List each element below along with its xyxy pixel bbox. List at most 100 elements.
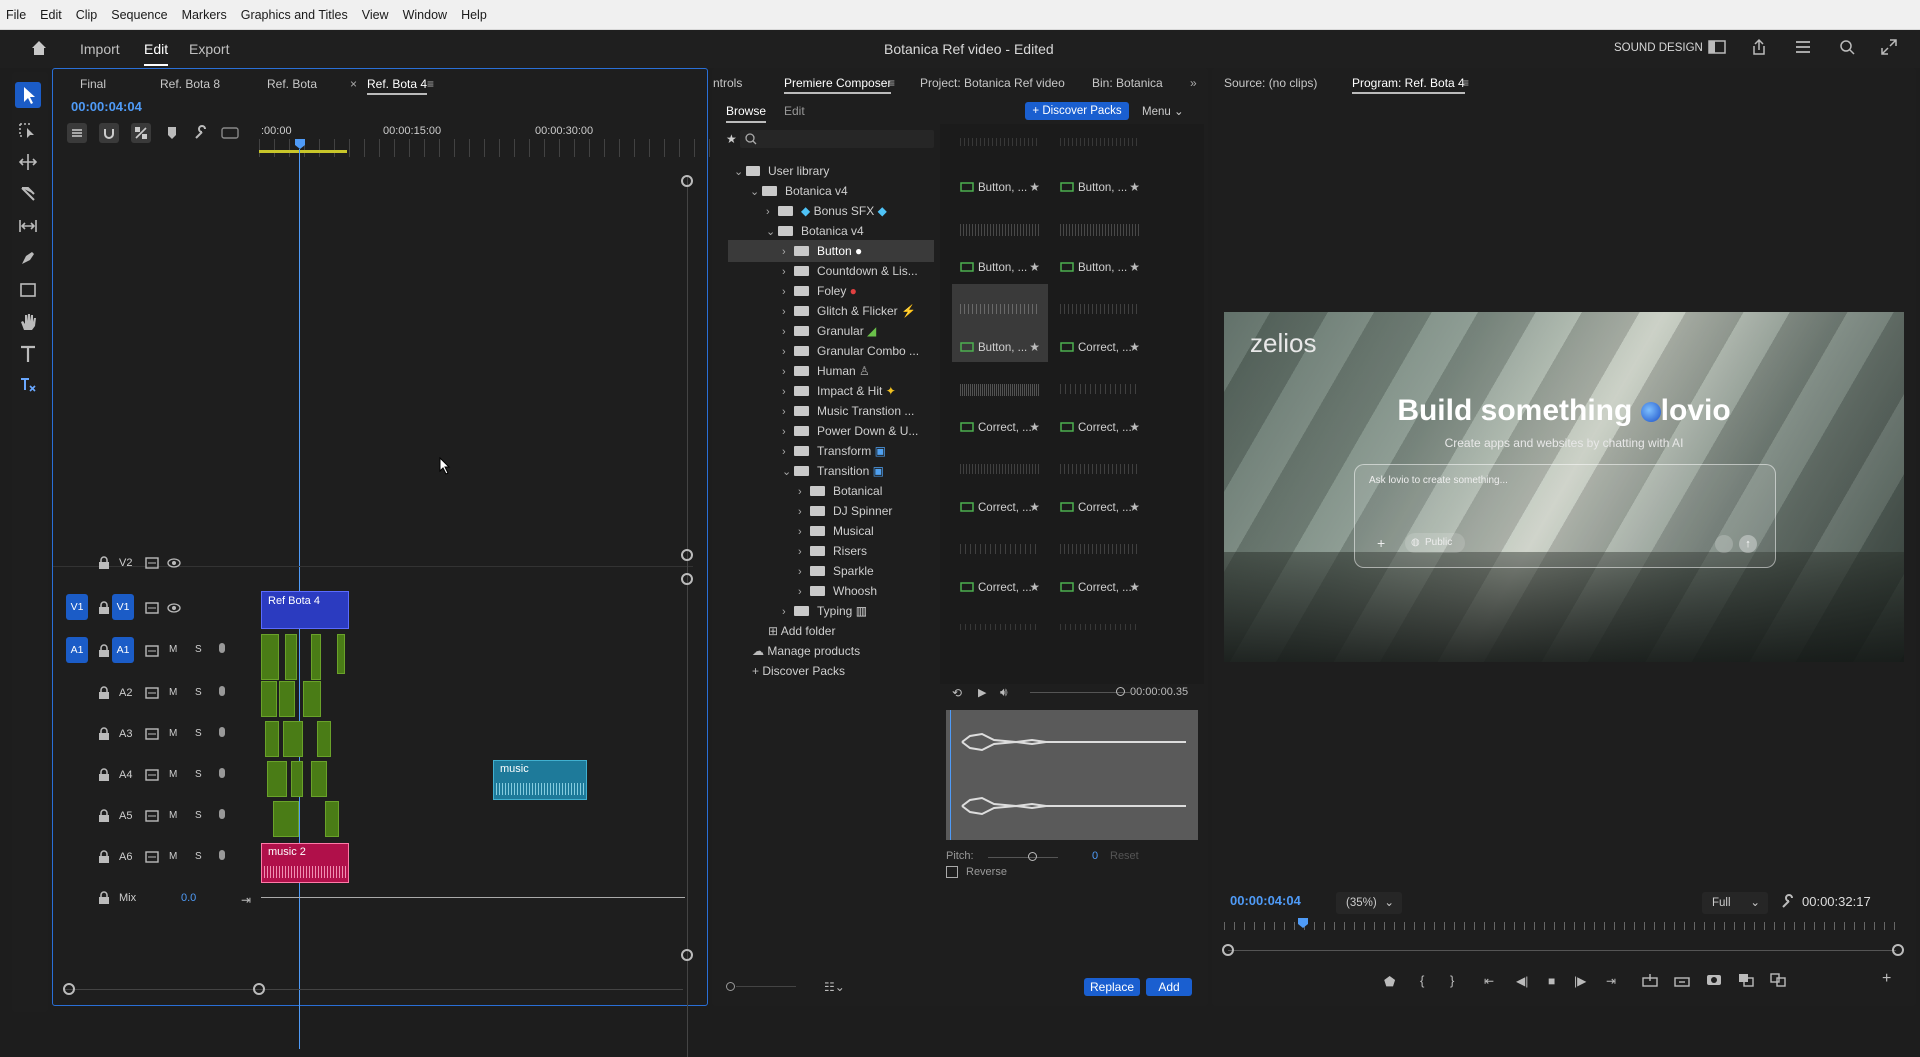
scroll-handle[interactable] bbox=[253, 983, 265, 995]
mute-button[interactable]: M bbox=[169, 644, 177, 655]
menu-view[interactable]: View bbox=[362, 8, 389, 22]
quality-dropdown[interactable]: Full ⌄ bbox=[1702, 892, 1768, 914]
panel-layout-icon[interactable] bbox=[1708, 39, 1726, 58]
solo-button[interactable]: S bbox=[195, 810, 202, 821]
quick-export-icon[interactable] bbox=[1794, 39, 1812, 58]
track-name-a6[interactable]: A6 bbox=[119, 851, 132, 863]
wrench-icon[interactable] bbox=[1780, 894, 1796, 913]
tree-granular[interactable]: › Granular ◢ bbox=[782, 320, 876, 342]
menu-help[interactable]: Help bbox=[461, 8, 487, 22]
fullscreen-icon[interactable] bbox=[1880, 38, 1898, 59]
track-name-a2[interactable]: A2 bbox=[119, 687, 132, 699]
audio-clip[interactable] bbox=[267, 761, 287, 797]
tree-countdown[interactable]: › Countdown & Lis... bbox=[782, 260, 918, 282]
sfx-preset-card[interactable]: Button, ... ★ bbox=[1052, 204, 1148, 282]
mark-in-icon[interactable]: { bbox=[1420, 973, 1424, 988]
captions-icon[interactable] bbox=[221, 125, 239, 144]
menu-window[interactable]: Window bbox=[403, 8, 447, 22]
tree-glitch-flicker[interactable]: › Glitch & Flicker ⚡ bbox=[782, 300, 916, 322]
lock-icon[interactable] bbox=[98, 686, 110, 702]
sfx-preset-card[interactable]: Button, ... ★ bbox=[1052, 124, 1148, 202]
volume-icon[interactable]: 🔊︎ bbox=[1000, 685, 1008, 700]
zoom-slider-handle[interactable] bbox=[726, 982, 735, 991]
lift-icon[interactable] bbox=[1642, 973, 1658, 990]
rectangle-tool-icon[interactable] bbox=[18, 280, 38, 303]
search-icon[interactable] bbox=[1838, 38, 1856, 59]
sync-lock-icon[interactable] bbox=[145, 769, 159, 784]
track-select-tool-icon[interactable] bbox=[18, 120, 38, 143]
mic-icon[interactable] bbox=[217, 685, 227, 704]
tree-user-library[interactable]: ⌄ User library bbox=[734, 160, 829, 182]
audio-clip[interactable] bbox=[311, 761, 327, 797]
mute-button[interactable]: M bbox=[169, 851, 177, 862]
share-icon[interactable] bbox=[1750, 38, 1768, 59]
menu-edit[interactable]: Edit bbox=[40, 8, 62, 22]
add-button-icon[interactable]: + bbox=[1882, 970, 1891, 988]
tree-botanica-v4-sub[interactable]: ⌄ Botanica v4 bbox=[766, 220, 864, 242]
sfx-preset-card[interactable]: Correct, ... ★ bbox=[1052, 284, 1148, 362]
sync-lock-icon[interactable] bbox=[145, 557, 159, 572]
program-ruler[interactable] bbox=[1224, 922, 1900, 930]
menu-file[interactable]: File bbox=[6, 8, 26, 22]
clip-ref-bota-4[interactable]: Ref Bota 4 bbox=[261, 591, 349, 629]
lock-icon[interactable] bbox=[98, 809, 110, 825]
eye-icon[interactable] bbox=[167, 602, 181, 617]
scroll-handle[interactable] bbox=[681, 573, 693, 585]
tab-export[interactable]: Export bbox=[189, 41, 229, 57]
audio-clip[interactable] bbox=[291, 761, 303, 797]
linked-selection-icon[interactable] bbox=[131, 123, 151, 143]
extract-icon[interactable] bbox=[1674, 973, 1690, 990]
track-name-v2[interactable]: V2 bbox=[119, 557, 132, 569]
program-zoom-bar[interactable] bbox=[1228, 950, 1896, 951]
snap-icon[interactable] bbox=[99, 123, 119, 143]
video-frame[interactable]: zelios Build something lovio Create apps… bbox=[1224, 312, 1904, 662]
tab-menu-icon[interactable]: ≡ bbox=[888, 68, 895, 98]
pitch-value[interactable]: 0 bbox=[1092, 850, 1098, 862]
tree-button[interactable]: › Button ● bbox=[782, 240, 862, 262]
sync-lock-icon[interactable] bbox=[145, 687, 159, 702]
tree-dj-spinner[interactable]: › DJ Spinner bbox=[798, 500, 892, 522]
sync-lock-icon[interactable] bbox=[145, 810, 159, 825]
mute-button[interactable]: M bbox=[169, 769, 177, 780]
sync-lock-icon[interactable] bbox=[145, 851, 159, 866]
mute-button[interactable]: M bbox=[169, 810, 177, 821]
track-name-a3[interactable]: A3 bbox=[119, 728, 132, 740]
play-icon[interactable]: ▶ bbox=[978, 686, 986, 699]
tree-sparkle[interactable]: › Sparkle bbox=[798, 560, 874, 582]
tab-bin[interactable]: Bin: Botanica bbox=[1092, 68, 1163, 98]
slip-tool-icon[interactable] bbox=[18, 216, 38, 239]
add-marker-icon[interactable]: ⬟ bbox=[1384, 974, 1395, 990]
clip-music[interactable]: music bbox=[493, 760, 587, 800]
step-back-icon[interactable]: ◀| bbox=[1516, 974, 1528, 988]
preview-scrubber-handle[interactable] bbox=[1116, 687, 1125, 696]
lock-icon[interactable] bbox=[98, 891, 110, 907]
lock-icon[interactable] bbox=[98, 850, 110, 866]
menu-dropdown[interactable]: Menu ⌄ bbox=[1142, 104, 1184, 118]
solo-button[interactable]: S bbox=[195, 644, 202, 655]
nest-icon[interactable] bbox=[67, 123, 87, 143]
source-patch-a1[interactable]: A1 bbox=[66, 637, 88, 663]
zoom-dropdown[interactable]: (35%) ⌄ bbox=[1336, 892, 1402, 914]
list-view-icon[interactable]: ☷⌄ bbox=[824, 980, 845, 994]
menu-markers[interactable]: Markers bbox=[182, 8, 227, 22]
sync-lock-icon[interactable] bbox=[145, 728, 159, 743]
reverse-checkbox[interactable] bbox=[946, 866, 958, 878]
mute-button[interactable]: M bbox=[169, 728, 177, 739]
more-tabs-icon[interactable]: » bbox=[1190, 68, 1197, 98]
program-timecode[interactable]: 00:00:04:04 bbox=[1230, 893, 1301, 908]
scroll-handle[interactable] bbox=[681, 949, 693, 961]
sfx-preset-card[interactable]: Correct, ... ★ bbox=[1052, 364, 1148, 442]
preview-scrubber[interactable] bbox=[1030, 692, 1130, 693]
compare-view-icon[interactable] bbox=[1738, 973, 1754, 990]
audio-clip[interactable] bbox=[311, 634, 321, 680]
workspace-label[interactable]: SOUND DESIGN bbox=[1614, 42, 1703, 54]
add-folder-link[interactable]: ⊞ Add folder bbox=[768, 620, 835, 642]
sfx-preset-card[interactable]: Button, ... ★ bbox=[952, 124, 1048, 202]
lock-icon[interactable] bbox=[98, 556, 110, 572]
razor-tool-icon[interactable] bbox=[18, 184, 38, 207]
audio-clip[interactable] bbox=[285, 634, 297, 680]
lock-icon[interactable] bbox=[98, 727, 110, 743]
tree-typing[interactable]: › Typing ▥ bbox=[782, 600, 867, 622]
tree-botanica-v4[interactable]: ⌄ Botanica v4 bbox=[750, 180, 848, 202]
marker-icon[interactable] bbox=[165, 125, 179, 144]
